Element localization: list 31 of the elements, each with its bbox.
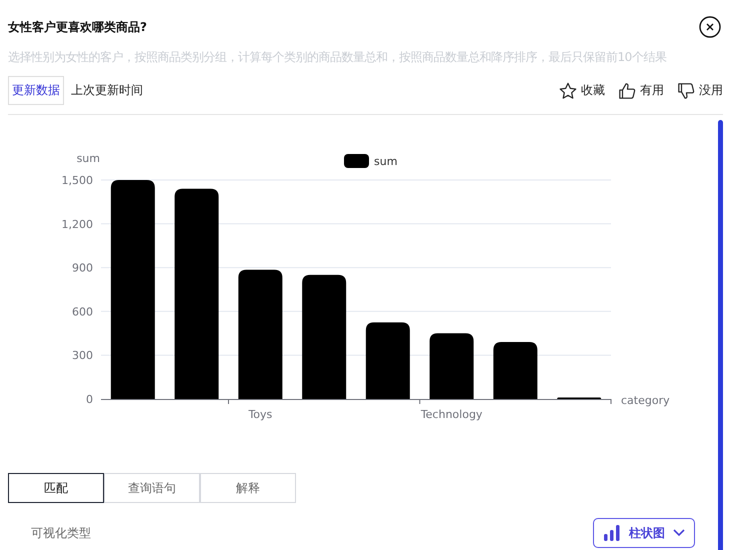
y-tick-label: 0 bbox=[86, 393, 93, 406]
chevron-down-icon bbox=[673, 529, 685, 537]
bar bbox=[430, 333, 474, 399]
close-icon[interactable] bbox=[699, 16, 721, 38]
scrollbar[interactable] bbox=[718, 120, 723, 550]
y-tick-label: 900 bbox=[72, 262, 93, 275]
tab[interactable]: 匹配 bbox=[8, 473, 104, 503]
y-axis-title: sum bbox=[76, 152, 100, 165]
visualization-type-label: 可视化类型 bbox=[31, 524, 91, 542]
y-tick-label: 1,500 bbox=[62, 174, 93, 187]
last-update-label: 上次更新时间 bbox=[71, 82, 143, 99]
question-title: 女性客户更喜欢哪类商品? bbox=[8, 18, 147, 36]
update-data-button[interactable]: 更新数据 bbox=[8, 76, 64, 105]
x-tick-label: Toys bbox=[248, 408, 272, 421]
star-icon bbox=[559, 82, 577, 100]
y-tick-label: 300 bbox=[72, 349, 93, 362]
chart-type-dropdown[interactable]: 柱状图 bbox=[593, 518, 695, 548]
not-useful-button[interactable]: 没用 bbox=[677, 82, 723, 100]
useful-button[interactable]: 有用 bbox=[618, 82, 664, 100]
bar-chart-icon bbox=[603, 525, 621, 541]
x-tick-label: Technology bbox=[420, 408, 482, 421]
tab[interactable]: 查询语句 bbox=[104, 473, 200, 503]
bar bbox=[493, 342, 538, 399]
y-tick-label: 600 bbox=[72, 305, 93, 318]
favorite-button[interactable]: 收藏 bbox=[559, 82, 605, 100]
x-axis-title: category bbox=[621, 394, 670, 407]
y-tick-label: 1,200 bbox=[62, 218, 93, 231]
tab[interactable]: 解释 bbox=[200, 473, 296, 503]
thumbs-up-icon bbox=[618, 82, 636, 100]
legend-label: sum bbox=[374, 155, 398, 168]
thumbs-down-icon bbox=[677, 82, 695, 100]
